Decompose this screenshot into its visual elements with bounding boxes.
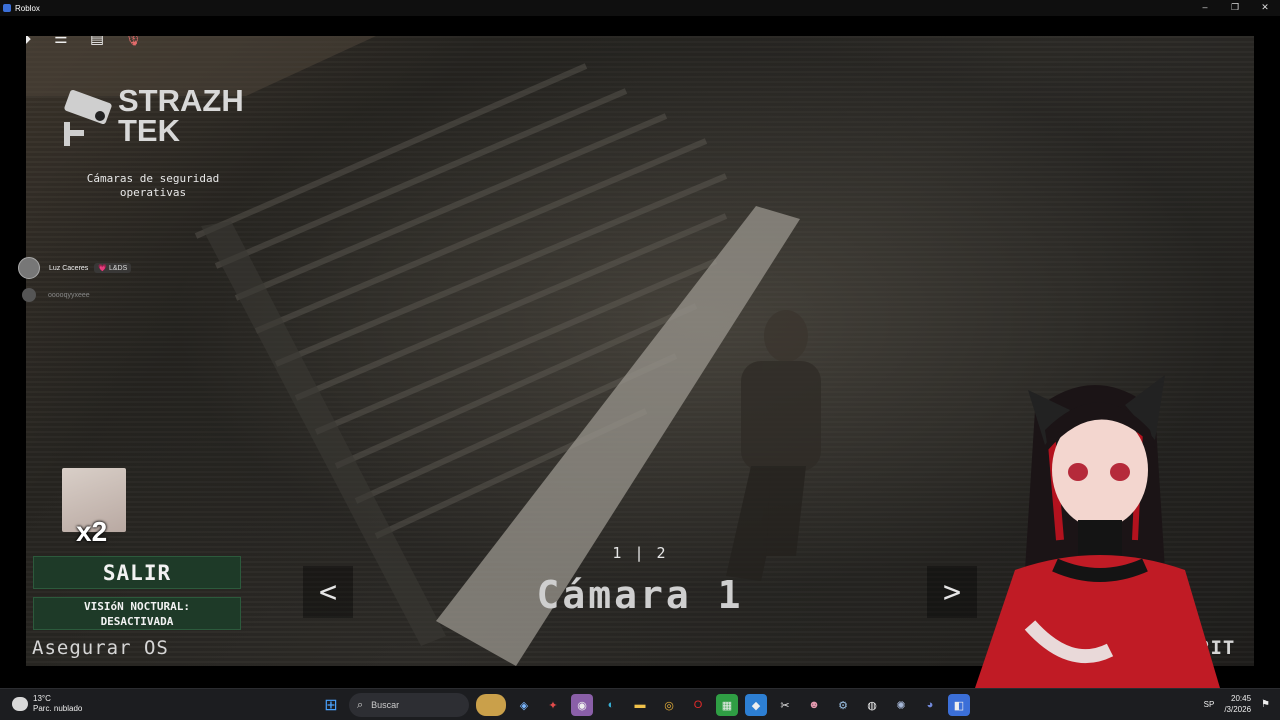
edge-icon[interactable]: ◐ [600, 694, 622, 716]
camera-index: 1 | 2 [612, 544, 668, 562]
night-vision-label: VISIóN NOCTURAL: [84, 599, 190, 613]
app-blue-icon[interactable]: ◆ [745, 694, 767, 716]
character-icon[interactable]: ☻ [803, 694, 825, 716]
user-row[interactable]: Luz Caceres 💗 L&DS [18, 257, 132, 279]
user-name: Luz Caceres [49, 264, 89, 272]
cloud-icon [12, 697, 28, 711]
windows-start-icon[interactable]: ⊞ [320, 694, 342, 716]
multiplier-label: x2 [76, 516, 108, 547]
opera-icon[interactable]: O [687, 694, 709, 716]
widget-icon[interactable] [476, 694, 506, 716]
capcut-icon[interactable]: ✂ [774, 694, 796, 716]
menu-icon[interactable]: ☰ [50, 36, 72, 48]
maximize-button[interactable]: ❐ [1220, 0, 1250, 16]
weather-desc: Parc. nublado [33, 704, 83, 713]
user-tag: 💗 L&DS [94, 263, 132, 273]
clock[interactable]: 20:45 /3/2026 [1224, 693, 1251, 715]
exit-button[interactable]: SALIR [33, 556, 241, 589]
avatar [22, 288, 36, 302]
mic-muted-icon[interactable]: 🎙 [122, 36, 144, 48]
sheets-icon[interactable]: ▦ [716, 694, 738, 716]
logo-text: STRAZH TEK [118, 83, 244, 148]
user-name: ooooqyyxeee [48, 291, 90, 299]
previous-camera-button[interactable]: < [303, 566, 353, 618]
taskbar-search[interactable]: ⌕ Buscar [349, 693, 469, 717]
window-controls: – ❐ ✕ [1190, 0, 1280, 16]
vtuber-avatar-overlay [975, 375, 1220, 688]
search-placeholder: Buscar [371, 700, 400, 710]
secure-os-button[interactable]: Asegurar OS [32, 637, 169, 659]
subtitle-line1: Cámaras de seguridad [86, 172, 220, 185]
obs-icon[interactable]: ◉ [571, 694, 593, 716]
chat-icon[interactable]: ▤ [86, 36, 108, 48]
voice-user-list: Luz Caceres 💗 L&DS ooooqyyxeee [18, 257, 132, 312]
minimize-button[interactable]: – [1190, 0, 1220, 16]
night-vision-state: DESACTIVADA [100, 614, 174, 628]
avatar [18, 257, 40, 279]
subtitle-line2: operativas [119, 186, 187, 199]
taskbar-apps: ⊞ ⌕ Buscar ◈ ✦ ◉ ◐ ▬ ◎ O ▦ ◆ ✂ ☻ ⚙ ◍ ✺ ◕… [320, 693, 970, 717]
window-title: Roblox [15, 3, 40, 13]
temperature: 13°C [33, 694, 51, 703]
system-tray: SP 20:45 /3/2026 ⚑ [1204, 693, 1270, 715]
roblox-logo-icon[interactable]: ◆ [26, 36, 36, 48]
app-gear-icon[interactable]: ✺ [890, 694, 912, 716]
search-icon: ⌕ [357, 698, 364, 711]
logo-line2: TEK [118, 113, 180, 148]
windows-taskbar: 13°C Parc. nublado ⊞ ⌕ Buscar ◈ ✦ ◉ ◐ ▬ … [0, 688, 1280, 720]
chrome-icon[interactable]: ◎ [658, 694, 680, 716]
user-row[interactable]: ooooqyyxeee [18, 285, 131, 305]
notification-icon[interactable]: ⚑ [1261, 699, 1270, 710]
roblox-task-icon[interactable]: ◧ [948, 694, 970, 716]
app-red-icon[interactable]: ✦ [542, 694, 564, 716]
strazh-tek-logo: STRAZH TEK [62, 83, 252, 156]
language-indicator[interactable]: SP [1204, 700, 1215, 709]
security-camera-icon [64, 89, 112, 146]
camera-status-subtitle: Cámaras de seguridad operativas [58, 172, 248, 200]
clock-date: /3/2026 [1224, 705, 1252, 714]
night-vision-button[interactable]: VISIóN NOCTURAL: DESACTIVADA [33, 597, 241, 630]
close-button[interactable]: ✕ [1250, 0, 1280, 16]
folder-icon[interactable]: ▬ [629, 694, 651, 716]
roblox-app-icon [3, 4, 11, 12]
clock-time: 20:45 [1231, 694, 1252, 703]
window-titlebar: Roblox – ❐ ✕ [0, 0, 1280, 16]
roblox-menu: ◆ ☰ ▤ 🎙 [26, 36, 144, 48]
discord-icon[interactable]: ◕ [919, 694, 941, 716]
logo-line1: STRAZH [118, 83, 244, 118]
steam-icon[interactable]: ⚙ [832, 694, 854, 716]
copilot-icon[interactable]: ◈ [513, 694, 535, 716]
github-icon[interactable]: ◍ [861, 694, 883, 716]
weather-widget[interactable]: 13°C Parc. nublado [12, 694, 82, 714]
camera-label: Cámara 1 [536, 573, 744, 617]
